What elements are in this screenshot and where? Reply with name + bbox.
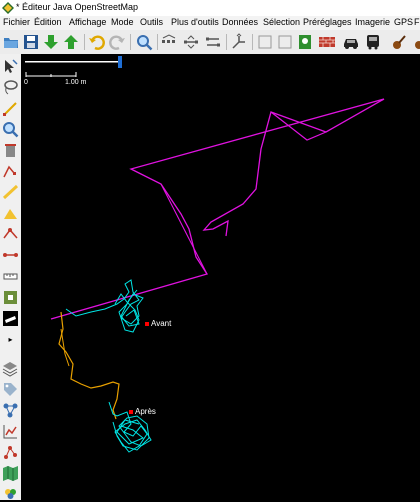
car-icon[interactable] bbox=[342, 33, 360, 51]
toolbar-slot-icon[interactable] bbox=[256, 33, 274, 51]
extrude-icon[interactable] bbox=[2, 205, 19, 222]
marker-apres-label: Après bbox=[135, 407, 156, 416]
menu-affichage[interactable]: Affichage bbox=[69, 17, 106, 27]
download-icon[interactable] bbox=[42, 33, 60, 51]
select-tool-icon[interactable] bbox=[2, 58, 19, 75]
toolbar-separator bbox=[130, 34, 131, 50]
align-icon[interactable] bbox=[182, 33, 200, 51]
menu-edition[interactable]: Édition bbox=[34, 17, 62, 27]
upload-icon[interactable] bbox=[62, 33, 80, 51]
preferences-icon[interactable] bbox=[296, 33, 314, 51]
connect-icon[interactable] bbox=[2, 247, 19, 264]
layers-icon[interactable] bbox=[2, 360, 19, 377]
tag-icon[interactable] bbox=[2, 381, 19, 398]
menu-imagerie[interactable]: Imagerie bbox=[355, 17, 390, 27]
move-icon[interactable] bbox=[204, 33, 222, 51]
expand-arrow-icon[interactable]: ▸ bbox=[2, 331, 19, 348]
relation-list-icon[interactable] bbox=[2, 444, 19, 461]
menu-fichier[interactable]: Fichier bbox=[3, 17, 30, 27]
save-icon[interactable] bbox=[22, 33, 40, 51]
toolbar-separator bbox=[252, 34, 253, 50]
window-title: * Éditeur Java OpenStreetMap bbox=[16, 2, 139, 12]
menu-donnees[interactable]: Données bbox=[222, 17, 258, 27]
toolbar-slot-2-icon[interactable] bbox=[276, 33, 294, 51]
bus-icon[interactable] bbox=[364, 33, 382, 51]
map-icon[interactable] bbox=[2, 465, 19, 482]
menu-plus-outils[interactable]: Plus d'outils bbox=[171, 17, 219, 27]
open-folder-icon[interactable] bbox=[2, 33, 20, 51]
gps-track-layer bbox=[58, 279, 152, 453]
lasso-icon[interactable] bbox=[2, 79, 19, 96]
josm-app-icon bbox=[2, 2, 14, 14]
redo-icon[interactable] bbox=[108, 33, 126, 51]
draw-tool-icon[interactable] bbox=[2, 100, 19, 117]
guitar-2-icon[interactable] bbox=[410, 33, 420, 51]
measure-icon[interactable] bbox=[2, 268, 19, 285]
filter-icon[interactable] bbox=[2, 485, 19, 502]
delete-tool-icon[interactable] bbox=[2, 142, 19, 159]
parallel-tool-icon[interactable] bbox=[2, 163, 19, 180]
menu-mode[interactable]: Mode bbox=[111, 17, 134, 27]
wall-icon[interactable] bbox=[318, 33, 336, 51]
menu-outils[interactable]: Outils bbox=[140, 17, 163, 27]
menu-gps[interactable]: GPS bbox=[394, 17, 413, 27]
undo-icon[interactable] bbox=[88, 33, 106, 51]
main-toolbar bbox=[0, 30, 420, 55]
map-view[interactable]: 0 1.00 m Avant Après bbox=[21, 54, 420, 500]
toolbar-separator bbox=[84, 34, 85, 50]
menu-more[interactable]: F bbox=[414, 17, 420, 27]
split-icon[interactable] bbox=[230, 33, 248, 51]
draw-node-icon[interactable] bbox=[2, 226, 19, 243]
zoom-tool-icon[interactable] bbox=[2, 121, 19, 138]
menu-bar: Fichier Édition Affichage Mode Outils Pl… bbox=[0, 16, 420, 30]
guitar-icon[interactable] bbox=[390, 33, 408, 51]
marker-avant[interactable] bbox=[145, 322, 149, 326]
toolbar-separator bbox=[226, 34, 227, 50]
imagery-offset-icon[interactable] bbox=[2, 310, 19, 327]
marker-avant-label: Avant bbox=[151, 319, 172, 328]
relation-icon[interactable] bbox=[2, 402, 19, 419]
select-nodes-icon[interactable] bbox=[160, 33, 178, 51]
title-bar: * Éditeur Java OpenStreetMap bbox=[0, 0, 420, 17]
toolbar-separator bbox=[157, 34, 158, 50]
chart-icon[interactable] bbox=[2, 423, 19, 440]
zoom-icon[interactable] bbox=[135, 33, 153, 51]
left-tool-palette: ▸ bbox=[0, 54, 22, 500]
satellite-icon[interactable] bbox=[2, 289, 19, 306]
menu-selection[interactable]: Sélection bbox=[263, 17, 300, 27]
improve-way-icon[interactable] bbox=[2, 184, 19, 201]
menu-preréglages[interactable]: Préréglages bbox=[303, 17, 352, 27]
marker-apres[interactable] bbox=[129, 410, 133, 414]
